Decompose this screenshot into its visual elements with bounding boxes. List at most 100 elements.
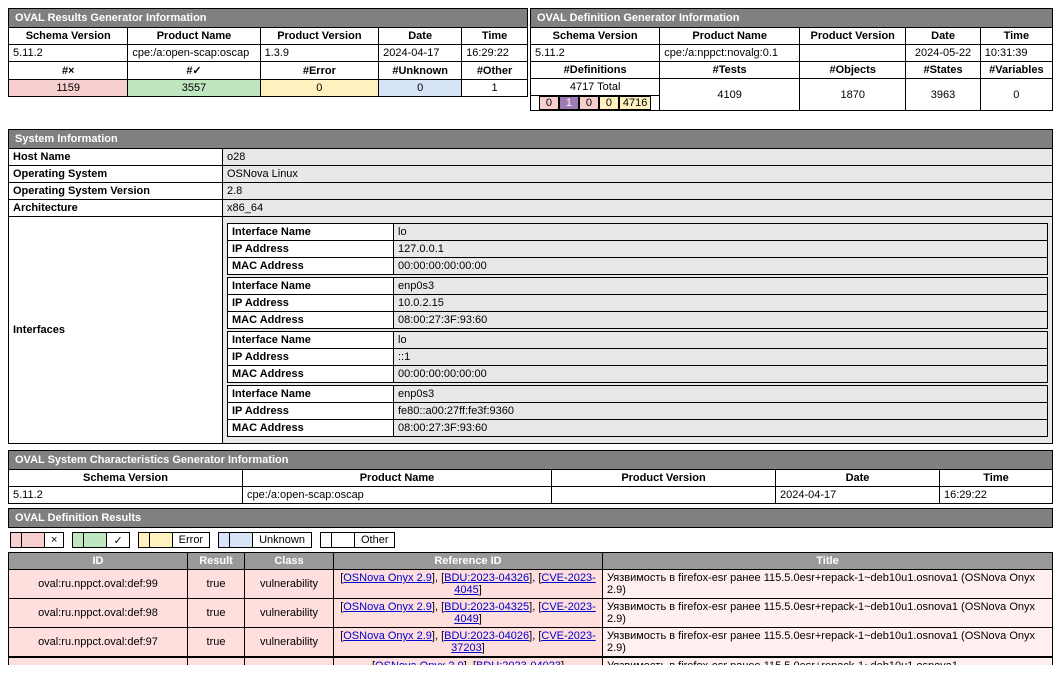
col-count-unknown: #Unknown: [379, 62, 462, 80]
arch-key: Architecture: [9, 200, 223, 217]
col-version: Product Version: [800, 28, 906, 45]
iface-table: Interface Name enp0s3 IP Address fe80::a…: [227, 385, 1048, 437]
ref-link[interactable]: OSNova Onyx 2.9: [343, 601, 432, 613]
col-schema: Schema Version: [9, 28, 128, 45]
swatch-blue2: [230, 533, 253, 547]
iface-table: Interface Name lo IP Address ::1 MAC Add…: [227, 331, 1048, 383]
partial-result: [188, 658, 245, 666]
val-product: cpe:/a:open-scap:oscap: [243, 487, 552, 504]
ref-link[interactable]: BDU:2023-04023: [476, 660, 561, 665]
legend-x-label: ×: [45, 534, 63, 546]
os-val: OSNova Linux: [223, 166, 1053, 183]
mini-counts: 0 1 0 0 4716: [531, 95, 659, 110]
col-time: Time: [940, 470, 1053, 487]
col-schema: Schema Version: [531, 28, 660, 45]
iface-mac-val: 00:00:00:00:00:00: [394, 366, 1048, 383]
ref-link[interactable]: OSNova Onyx 2.9: [375, 660, 464, 665]
host-val: o28: [223, 149, 1053, 166]
system-info-table: System Information Host Name o28 Operati…: [8, 129, 1053, 444]
val-time: 10:31:39: [980, 45, 1052, 62]
result-row: oval:ru.nppct.oval:def:97 true vulnerabi…: [9, 628, 1053, 657]
iface-ip-val: ::1: [394, 349, 1048, 366]
mini-a: 0: [539, 96, 559, 110]
swatch-yellow2: [150, 533, 173, 547]
val-date: 2024-04-17: [776, 487, 940, 504]
count-other: 1: [462, 80, 528, 97]
val-schema: 5.11.2: [9, 45, 128, 62]
row-id: oval:ru.nppct.oval:def:99: [9, 570, 188, 599]
legend-error: Error: [138, 532, 210, 548]
val-time: 16:29:22: [940, 487, 1053, 504]
col-vars: #Variables: [980, 62, 1052, 79]
iface-ip-key: IP Address: [228, 403, 394, 420]
iface-mac-key: MAC Address: [228, 258, 394, 275]
row-class: vulnerability: [245, 628, 334, 657]
mini-e: 4716: [619, 96, 651, 110]
col-time: Time: [980, 28, 1052, 45]
count-unknown: 0: [379, 80, 462, 97]
syschar-table: OVAL System Characteristics Generator In…: [8, 450, 1053, 504]
legend-check: ✓: [72, 532, 129, 548]
iface-name-val: enp0s3: [394, 278, 1048, 295]
row-refs: [OSNova Onyx 2.9], [BDU:2023-04026], [CV…: [334, 628, 603, 657]
mini-d: 0: [599, 96, 619, 110]
definition-generator-title: OVAL Definition Generator Information: [531, 9, 1053, 28]
iface-name-key: Interface Name: [228, 278, 394, 295]
col-result: Result: [188, 553, 245, 570]
results-table: ID Result Class Reference ID Title oval:…: [8, 552, 1053, 657]
iface-mac-val: 08:00:27:3F:93:60: [394, 420, 1048, 437]
row-title: Уязвимость в firefox-esr ранее 115.5.0es…: [603, 570, 1053, 599]
col-defs: #Definitions: [531, 62, 660, 79]
row-class: vulnerability: [245, 570, 334, 599]
row-refs: [OSNova Onyx 2.9], [BDU:2023-04325], [CV…: [334, 599, 603, 628]
system-info-title: System Information: [9, 130, 1053, 149]
ref-link[interactable]: OSNova Onyx 2.9: [343, 572, 432, 584]
val-date: 2024-05-22: [906, 45, 980, 62]
col-tests: #Tests: [660, 62, 800, 79]
results-partial-row: [OSNova Onyx 2.9], [BDU:2023-04023] Уязв…: [8, 657, 1053, 665]
val-version: [552, 487, 776, 504]
col-objects: #Objects: [800, 62, 906, 79]
ref-link[interactable]: BDU:2023-04325: [444, 601, 529, 613]
swatch-green: [73, 533, 84, 547]
ref-link[interactable]: OSNova Onyx 2.9: [343, 630, 432, 642]
val-schema: 5.11.2: [9, 487, 243, 504]
ifaces-key: Interfaces: [9, 217, 223, 444]
col-title: Title: [603, 553, 1053, 570]
col-date: Date: [906, 28, 980, 45]
iface-name-val: lo: [394, 332, 1048, 349]
partial-id: [9, 658, 188, 666]
osv-val: 2.8: [223, 183, 1053, 200]
col-date: Date: [776, 470, 940, 487]
count-states: 3963: [906, 79, 980, 111]
legend-x: ×: [10, 532, 64, 548]
val-version: [800, 45, 906, 62]
ifaces-cell: Interface Name lo IP Address 127.0.0.1 M…: [223, 217, 1053, 444]
row-id: oval:ru.nppct.oval:def:98: [9, 599, 188, 628]
legend-unknown-label: Unknown: [253, 534, 311, 546]
result-row: oval:ru.nppct.oval:def:98 true vulnerabi…: [9, 599, 1053, 628]
col-states: #States: [906, 62, 980, 79]
count-x: 1159: [9, 80, 128, 97]
iface-name-val: enp0s3: [394, 386, 1048, 403]
row-title: Уязвимость в firefox-esr ранее 115.5.0es…: [603, 628, 1053, 657]
results-generator-table: OVAL Results Generator Information Schem…: [8, 8, 528, 97]
iface-mac-key: MAC Address: [228, 312, 394, 329]
col-ref: Reference ID: [334, 553, 603, 570]
iface-table: Interface Name lo IP Address 127.0.0.1 M…: [227, 223, 1048, 275]
row-id: oval:ru.nppct.oval:def:97: [9, 628, 188, 657]
ref-link[interactable]: BDU:2023-04326: [444, 572, 529, 584]
row-result: true: [188, 570, 245, 599]
legend-unknown: Unknown: [218, 532, 312, 548]
row-title: Уязвимость в firefox-esr ранее 115.5.0es…: [603, 599, 1053, 628]
iface-name-key: Interface Name: [228, 332, 394, 349]
legend-error-label: Error: [173, 534, 209, 546]
col-version: Product Version: [260, 28, 379, 45]
swatch-blue: [219, 533, 230, 547]
row-result: true: [188, 628, 245, 657]
ref-link[interactable]: BDU:2023-04026: [444, 630, 529, 642]
col-product: Product Name: [660, 28, 800, 45]
val-date: 2024-04-17: [379, 45, 462, 62]
col-time: Time: [462, 28, 528, 45]
col-id: ID: [9, 553, 188, 570]
